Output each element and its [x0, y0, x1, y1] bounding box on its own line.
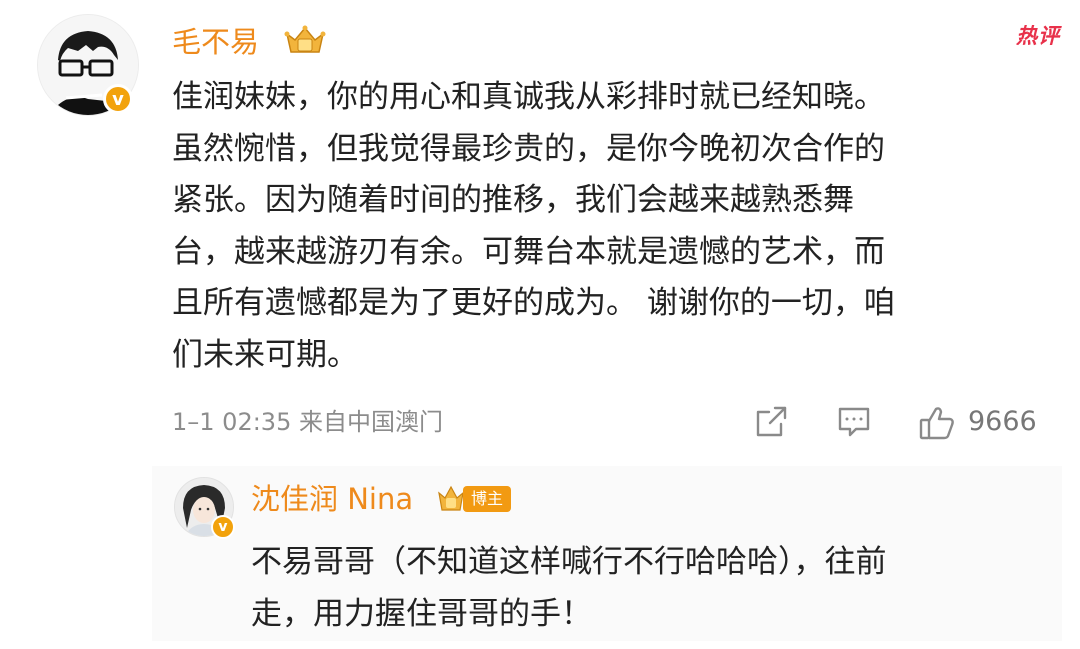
- comment-meta: 1–1 02:35 来自中国澳门: [172, 408, 443, 436]
- reply-author-name[interactable]: 沈佳润 Nina: [251, 479, 413, 519]
- comment-icon[interactable]: [836, 404, 872, 440]
- like-icon[interactable]: [918, 404, 954, 440]
- verified-icon: v: [103, 84, 133, 114]
- commenter-name[interactable]: 毛不易: [172, 22, 259, 62]
- like-count: 9666: [968, 406, 1037, 437]
- crown-icon: [437, 484, 465, 514]
- share-icon[interactable]: [753, 404, 789, 440]
- comment-text: 佳润妹妹，你的用心和真诚我从彩排时就已经知晓。 虽然惋惜，但我觉得最珍贵的，是你…: [172, 79, 895, 373]
- hot-comment-tag: 热评: [1016, 24, 1060, 48]
- crown-icon: [283, 22, 327, 58]
- reply-verified-icon: v: [211, 515, 235, 539]
- blogger-badge: 博主: [463, 486, 512, 512]
- reply-text: 不易哥哥（不知道这样喊行不行哈哈哈），往前 走，用力握住哥哥的手！: [251, 544, 887, 632]
